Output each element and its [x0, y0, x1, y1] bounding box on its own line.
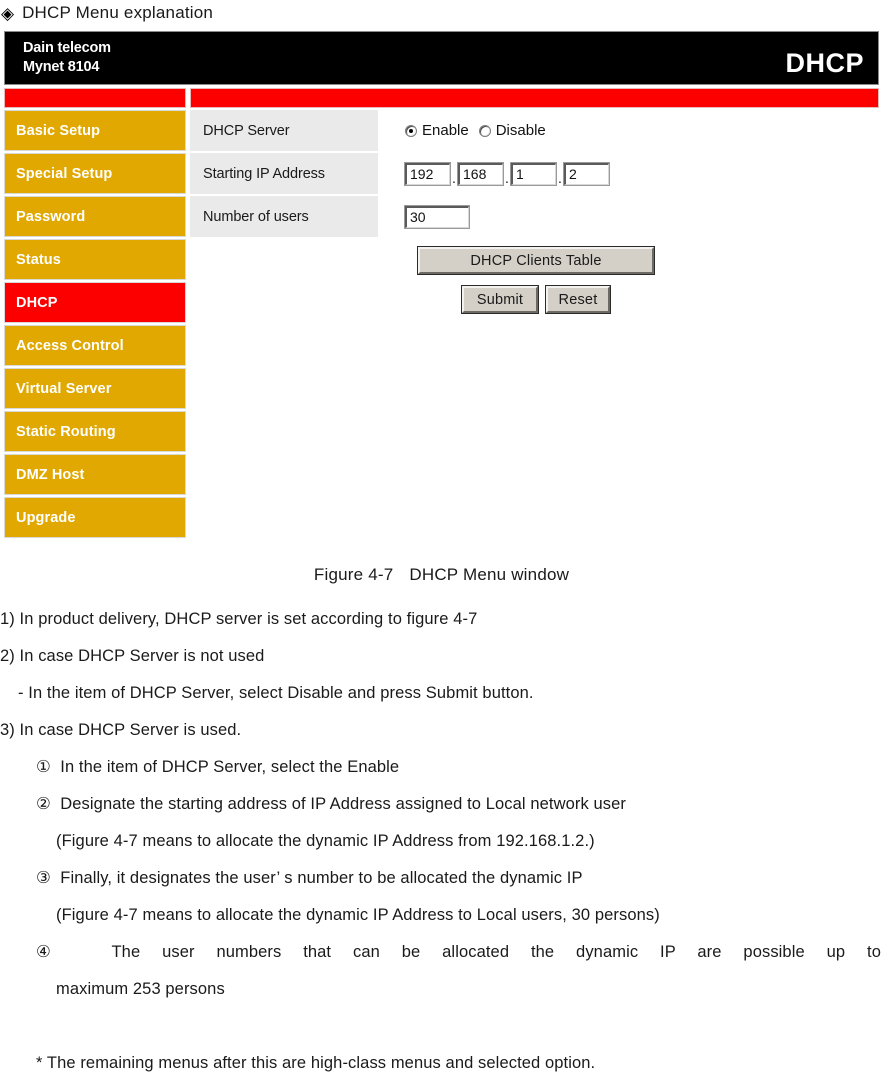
sidebar-item-label: Special Setup — [16, 165, 113, 182]
sidebar-item-dmz-host[interactable]: DMZ Host — [4, 454, 186, 495]
label-number-of-users: Number of users — [190, 196, 378, 237]
brand-model: Mynet 8104 — [23, 59, 100, 75]
field-starting-ip: . . . — [378, 153, 879, 194]
ip-separator-2: . — [505, 169, 509, 186]
sidebar-item-label: Upgrade — [16, 509, 76, 526]
figure-caption: Figure 4-7 DHCP Menu window — [0, 565, 883, 585]
sidebar-item-basic-setup[interactable]: Basic Setup — [4, 110, 186, 151]
sidebar-item-dhcp[interactable]: DHCP — [4, 282, 186, 323]
note-line-6: ② Designate the starting address of IP A… — [36, 795, 627, 813]
note-line-5: ① In the item of DHCP Server, select the… — [36, 758, 400, 776]
radio-disable-dot-icon[interactable] — [478, 124, 491, 137]
note-line-8: ③ Finally, it designates the user’ s num… — [36, 869, 583, 887]
sidebar-item-virtual-server[interactable]: Virtual Server — [4, 368, 186, 409]
sidebar-item-special-setup[interactable]: Special Setup — [4, 153, 186, 194]
starting-ip-input-group: . . . — [404, 161, 610, 186]
radio-enable[interactable]: Enable — [405, 122, 469, 139]
starting-ip-octet-2[interactable] — [457, 161, 504, 186]
sidebar-item-label: Password — [16, 208, 86, 225]
dhcp-server-radio-group: Enable Disable — [405, 122, 546, 139]
ip-separator-3: . — [558, 169, 562, 186]
sidebar-item-label: Virtual Server — [16, 380, 112, 397]
radio-enable-label: Enable — [422, 122, 469, 139]
text-spacer — [0, 1008, 883, 1045]
note-line-9: (Figure 4-7 means to allocate the dynami… — [56, 906, 660, 924]
accent-bar-left — [4, 88, 186, 108]
sidebar-item-password[interactable]: Password — [4, 196, 186, 237]
sidebar-item-status[interactable]: Status — [4, 239, 186, 280]
submit-button[interactable]: Submit — [461, 285, 539, 314]
note-line-10: ④ The user numbers that can be allocated… — [36, 943, 881, 961]
brand-block: Dain telecom Mynet 8104 — [23, 39, 111, 77]
starting-ip-octet-3[interactable] — [510, 161, 557, 186]
form-row-starting-ip: Starting IP Address . . . — [190, 153, 879, 194]
figure-caption-title: DHCP Menu window — [409, 565, 570, 584]
explanation-body: 1) In product delivery, DHCP server is s… — [0, 601, 883, 1082]
router-web-ui-screenshot: Dain telecom Mynet 8104 DHCP Basic Setup… — [4, 31, 879, 551]
dhcp-clients-table-button[interactable]: DHCP Clients Table — [417, 246, 655, 275]
reset-button[interactable]: Reset — [545, 285, 611, 314]
form-row-dhcp-server: DHCP Server Enable Disable — [190, 110, 879, 151]
form-row-number-of-users: Number of users — [190, 196, 879, 237]
number-of-users-input[interactable] — [404, 204, 470, 229]
router-header-bar: Dain telecom Mynet 8104 DHCP — [4, 31, 879, 85]
accent-bar-right — [190, 88, 879, 108]
field-dhcp-server: Enable Disable — [378, 110, 879, 151]
sidebar-item-static-routing[interactable]: Static Routing — [4, 411, 186, 452]
sidebar-item-label: Basic Setup — [16, 122, 101, 139]
note-line-4: 3) In case DHCP Server is used. — [0, 721, 242, 739]
note-line-2: 2) In case DHCP Server is not used — [0, 647, 265, 665]
diamond-bullet-icon: ◈ — [1, 3, 15, 23]
label-dhcp-server: DHCP Server — [190, 110, 378, 151]
dhcp-settings-form: DHCP Server Enable Disable Starting IP A… — [190, 110, 879, 239]
brand-name: Dain telecom — [23, 40, 111, 56]
sidebar-item-label: DHCP — [16, 294, 58, 311]
note-line-7: (Figure 4-7 means to allocate the dynami… — [56, 832, 595, 850]
note-line-3: - In the item of DHCP Server, select Dis… — [18, 684, 534, 702]
sidebar-item-label: DMZ Host — [16, 466, 85, 483]
sidebar-item-label: Status — [16, 251, 61, 268]
note-line-12: * The remaining menus after this are hig… — [36, 1054, 596, 1072]
note-line-1: 1) In product delivery, DHCP server is s… — [0, 610, 478, 628]
document-heading: ◈ DHCP Menu explanation — [0, 0, 883, 26]
starting-ip-octet-1[interactable] — [404, 161, 451, 186]
sidebar-item-label: Access Control — [16, 337, 124, 354]
sidebar-item-access-control[interactable]: Access Control — [4, 325, 186, 366]
page-title: DHCP — [785, 48, 864, 78]
starting-ip-octet-4[interactable] — [563, 161, 610, 186]
field-number-of-users — [378, 196, 879, 237]
ip-separator-1: . — [452, 169, 456, 186]
radio-disable[interactable]: Disable — [478, 122, 546, 139]
document-heading-text: DHCP Menu explanation — [22, 3, 214, 22]
radio-enable-dot-icon[interactable] — [405, 124, 417, 137]
radio-disable-label: Disable — [495, 122, 546, 139]
label-starting-ip-address: Starting IP Address — [190, 153, 378, 194]
note-line-11: maximum 253 persons — [56, 980, 225, 998]
sidebar-item-upgrade[interactable]: Upgrade — [4, 497, 186, 538]
figure-caption-number: Figure 4-7 — [313, 565, 394, 584]
sidebar-nav: Basic Setup Special Setup Password Statu… — [4, 110, 186, 540]
sidebar-item-label: Static Routing — [16, 423, 116, 440]
